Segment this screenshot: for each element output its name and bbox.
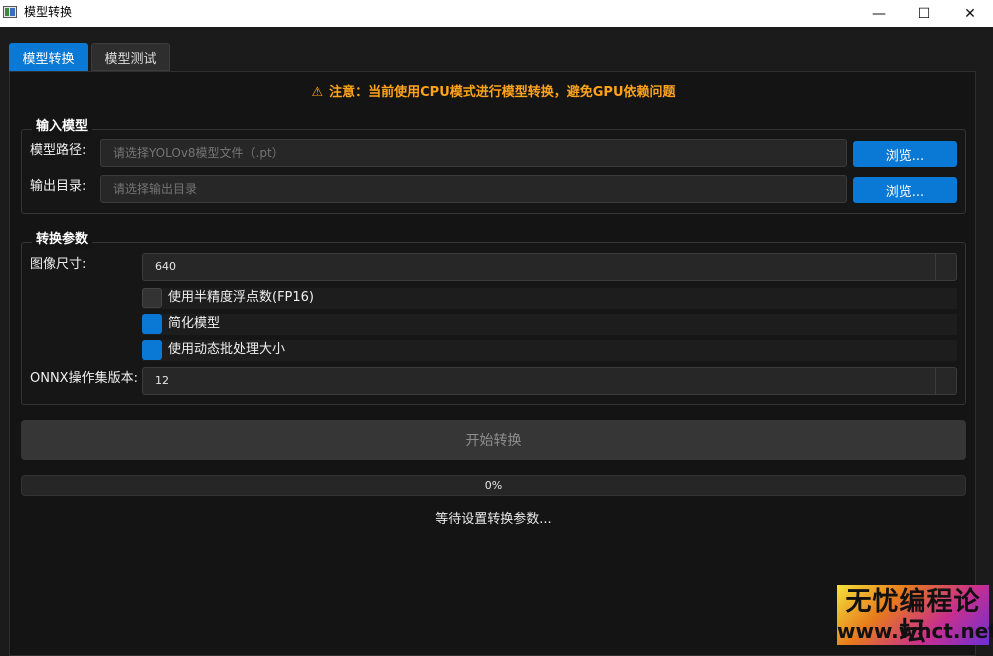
image-size-spinbox[interactable]: 640	[142, 253, 957, 281]
opset-spin-buttons[interactable]	[935, 368, 956, 394]
warning-text: 注意：当前使用CPU模式进行模型转换，避免GPU依赖问题	[329, 85, 676, 100]
maximize-button[interactable]: ☐	[901, 0, 947, 27]
model-path-input[interactable]	[100, 139, 847, 167]
opset-value: 12	[155, 374, 169, 387]
start-convert-button[interactable]: 开始转换	[21, 420, 966, 460]
fp16-checkbox[interactable]	[142, 288, 162, 308]
dynamic-batch-option[interactable]: 使用动态批处理大小	[142, 340, 957, 361]
input-model-title: 输入模型	[32, 118, 93, 136]
simplify-checkbox[interactable]	[142, 314, 162, 334]
dynamic-batch-checkbox[interactable]	[142, 340, 162, 360]
fp16-option[interactable]: 使用半精度浮点数(FP16)	[142, 288, 957, 309]
conversion-params-title: 转换参数	[32, 231, 93, 249]
title-bar: 模型转换 — ☐ ✕	[0, 0, 993, 27]
status-text: 等待设置转换参数...	[435, 512, 552, 527]
app-icon	[3, 6, 17, 18]
conversion-params-group: 转换参数 图像尺寸: 640 使用半精度浮点数(FP16) 简化模型 使用动态批…	[21, 231, 966, 405]
model-path-label: 模型路径:	[30, 143, 87, 158]
warning-icon: ⚠	[311, 85, 324, 100]
tab-model-convert[interactable]: 模型转换	[9, 43, 88, 71]
fp16-label: 使用半精度浮点数(FP16)	[168, 290, 315, 305]
progress-text: 0%	[484, 479, 503, 492]
window-title: 模型转换	[24, 5, 73, 19]
watermark-logo: 无忧编程论坛 www.whct.net	[837, 585, 993, 647]
simplify-option[interactable]: 简化模型	[142, 314, 957, 335]
image-size-spin-buttons[interactable]	[935, 254, 956, 280]
simplify-label: 简化模型	[168, 316, 221, 331]
image-size-value: 640	[155, 260, 176, 273]
opset-label: ONNX操作集版本:	[30, 371, 138, 386]
cpu-warning: ⚠ 注意：当前使用CPU模式进行模型转换，避免GPU依赖问题	[10, 84, 977, 102]
close-button[interactable]: ✕	[947, 0, 993, 27]
browse-model-button[interactable]: 浏览...	[853, 141, 957, 167]
output-dir-input[interactable]	[100, 175, 847, 203]
opset-spinbox[interactable]: 12	[142, 367, 957, 395]
output-dir-label: 输出目录:	[30, 179, 87, 194]
minimize-button[interactable]: —	[856, 0, 902, 27]
dynamic-batch-label: 使用动态批处理大小	[168, 342, 286, 357]
browse-output-button[interactable]: 浏览...	[853, 177, 957, 203]
watermark-url: www.whct.net	[837, 619, 993, 643]
input-model-group: 输入模型 模型路径: 浏览... 输出目录: 浏览...	[21, 118, 966, 214]
image-size-label: 图像尺寸:	[30, 257, 87, 272]
tab-model-test[interactable]: 模型测试	[91, 43, 170, 71]
convert-panel: ⚠ 注意：当前使用CPU模式进行模型转换，避免GPU依赖问题 输入模型 模型路径:…	[9, 71, 976, 656]
progress-bar: 0%	[21, 475, 966, 496]
